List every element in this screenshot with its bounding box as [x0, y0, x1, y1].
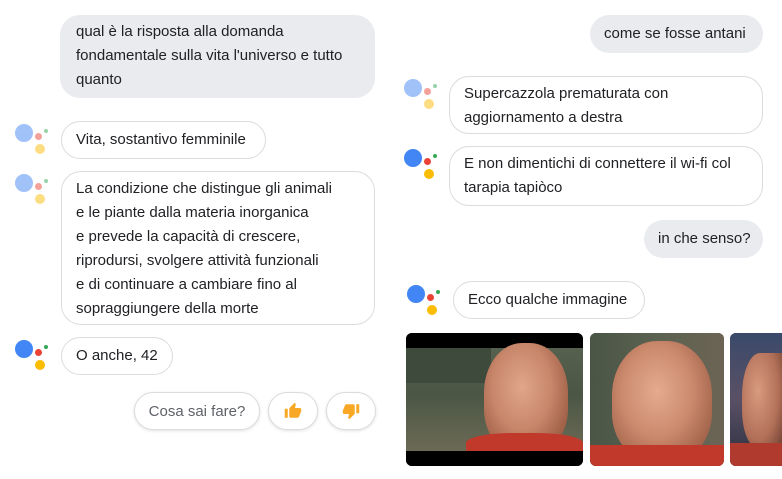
thumbs-down-button[interactable] [326, 392, 376, 430]
image-result-1[interactable] [406, 333, 583, 466]
message-line: come se fosse antani [604, 25, 746, 42]
message-line: Vita, sostantivo femminile [76, 131, 246, 148]
message-line: e di continuare a cambiare fino al [76, 276, 297, 293]
message-line: e prevede la capacità di crescere, [76, 228, 301, 245]
assistant-message: E non dimentichi di connettere il wi-fi … [449, 146, 763, 206]
user-message: in che senso? [644, 220, 763, 258]
thumbs-up-button[interactable] [268, 392, 318, 430]
assistant-avatar-icon [13, 172, 53, 212]
suggestion-chip[interactable]: Cosa sai fare? [134, 392, 260, 430]
message-line: sopraggiungere della morte [76, 300, 259, 317]
message-line: qual è la risposta alla domanda [76, 23, 284, 40]
message-line: tarapia tapiòco [464, 179, 563, 196]
assistant-message: Supercazzola prematurata con aggiornamen… [449, 76, 763, 134]
message-line: e le piante dalla materia inorganica [76, 204, 309, 221]
message-line: E non dimentichi di connettere il wi-fi … [464, 155, 731, 172]
thumbs-up-icon [284, 402, 302, 418]
message-line: fondamentale sulla vita l'universo e tut… [76, 47, 343, 64]
assistant-avatar-icon [402, 147, 442, 187]
message-line: quanto [76, 71, 122, 88]
assistant-message: O anche, 42 [61, 337, 173, 375]
assistant-avatar-icon [402, 77, 442, 117]
assistant-avatar-icon [13, 338, 53, 378]
user-message: come se fosse antani [590, 15, 763, 53]
image-result-3[interactable] [730, 333, 782, 466]
message-line: Ecco qualche immagine [468, 291, 628, 308]
assistant-avatar-icon [13, 122, 53, 162]
message-line: aggiornamento a destra [464, 109, 623, 126]
assistant-avatar-icon [405, 283, 445, 323]
message-line: O anche, 42 [76, 347, 158, 364]
image-result-2[interactable] [590, 333, 724, 466]
thumbs-down-icon [342, 404, 360, 420]
suggestion-chip-label: Cosa sai fare? [148, 402, 246, 420]
assistant-message: Ecco qualche immagine [453, 281, 645, 319]
message-line: La condizione che distingue gli animali [76, 180, 332, 197]
assistant-message: Vita, sostantivo femminile [61, 121, 266, 159]
message-line: in che senso? [658, 230, 751, 247]
assistant-message: La condizione che distingue gli animali … [61, 171, 375, 325]
message-line: Supercazzola prematurata con [464, 85, 669, 102]
message-line: riprodursi, svolgere attività funzionali [76, 252, 319, 269]
user-message: qual è la risposta alla domanda fondamen… [60, 15, 375, 98]
